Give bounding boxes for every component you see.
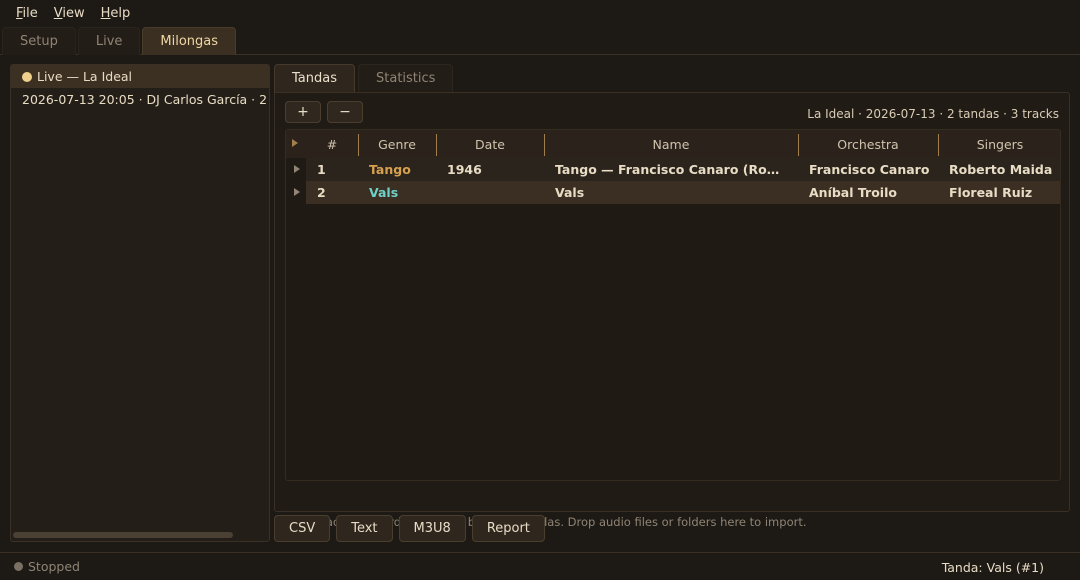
playback-status: Stopped xyxy=(28,559,80,574)
cell-date: 1946 xyxy=(447,162,482,177)
table-header: # Genre Date Name Orchestra Singers xyxy=(286,130,1060,158)
tab-milongas[interactable]: Milongas xyxy=(142,27,237,55)
cell-date xyxy=(447,181,539,204)
export-csv-button[interactable]: CSV xyxy=(274,515,331,542)
table-row[interactable]: 2 Vals Vals Aníbal Troilo Floreal Ruiz xyxy=(286,181,1060,204)
menu-file-label: ile xyxy=(22,6,38,21)
menu-bar: File View Help xyxy=(0,0,1080,27)
milonga-item-label: Live — La Ideal xyxy=(37,69,133,84)
tandas-tab-content: + − La Ideal · 2026-07-13 · 2 tandas · 3… xyxy=(274,92,1070,529)
column-header-number[interactable]: # xyxy=(306,130,358,158)
current-tanda-status: Tanda: Vals (#1) xyxy=(941,560,1044,575)
tab-tandas[interactable]: Tandas xyxy=(274,64,355,92)
cell-name: Tango — Francisco Canaro (Roberto Maida) xyxy=(555,162,785,177)
menu-help[interactable]: Help xyxy=(93,6,139,21)
cell-singers: Floreal Ruiz xyxy=(949,185,1033,200)
expand-all-icon[interactable] xyxy=(292,139,298,147)
menu-file[interactable]: File xyxy=(8,6,46,21)
main-tab-bar: Setup Live Milongas xyxy=(0,27,1080,55)
column-header-name[interactable]: Name xyxy=(544,130,798,158)
menu-view[interactable]: View xyxy=(46,6,93,21)
milonga-list: Live — La Ideal 2026-07-13 20:05 · DJ Ca… xyxy=(10,64,270,542)
cell-genre: Vals xyxy=(369,185,399,200)
add-tanda-button[interactable]: + xyxy=(285,101,321,123)
expand-row-icon[interactable] xyxy=(294,188,300,196)
tab-live[interactable]: Live xyxy=(77,27,141,55)
cell-genre: Tango xyxy=(369,162,411,177)
tab-statistics[interactable]: Statistics xyxy=(358,64,454,92)
milonga-item-label: 2026-07-13 20:05 · DJ Carlos García · 2 … xyxy=(22,92,269,107)
table-row[interactable]: 1 Tango 1946 Tango — Francisco Canaro (R… xyxy=(286,158,1060,181)
column-header-genre[interactable]: Genre xyxy=(358,130,436,158)
export-m3u8-button[interactable]: M3U8 xyxy=(398,515,466,542)
remove-tanda-button[interactable]: − xyxy=(327,101,363,123)
stopped-indicator-icon xyxy=(14,562,23,571)
cell-name: Vals xyxy=(555,185,585,200)
live-indicator-icon xyxy=(22,71,32,82)
status-bar: Stopped Tanda: Vals (#1) xyxy=(0,552,1080,580)
milonga-detail-panel: Tandas Statistics + − La Ideal · 2026-07… xyxy=(274,64,1070,542)
column-header-date[interactable]: Date xyxy=(436,130,544,158)
expand-row-icon[interactable] xyxy=(294,165,300,173)
menu-help-mnemonic: H xyxy=(100,6,111,21)
export-toolbar: CSV Text M3U8 Report xyxy=(274,515,551,542)
sub-tab-bar: Tandas Statistics xyxy=(274,64,456,92)
cell-number: 2 xyxy=(317,185,326,200)
tab-setup[interactable]: Setup xyxy=(2,27,76,55)
milonga-summary: La Ideal · 2026-07-13 · 2 tandas · 3 tra… xyxy=(807,107,1059,121)
cell-orchestra: Aníbal Troilo xyxy=(809,185,897,200)
milonga-item-history[interactable]: 2026-07-13 20:05 · DJ Carlos García · 2 … xyxy=(11,88,269,111)
column-header-orchestra[interactable]: Orchestra xyxy=(798,130,938,158)
cell-singers: Roberto Maida xyxy=(949,162,1053,177)
column-header-singers[interactable]: Singers xyxy=(938,130,1060,158)
report-button[interactable]: Report xyxy=(471,515,545,542)
horizontal-scrollbar[interactable] xyxy=(13,532,233,538)
cell-number: 1 xyxy=(317,162,326,177)
menu-help-label: elp xyxy=(110,6,131,21)
milonga-item-live[interactable]: Live — La Ideal xyxy=(11,65,269,88)
tandas-table[interactable]: # Genre Date Name Orchestra Singers 1 Ta… xyxy=(285,129,1061,481)
cell-orchestra: Francisco Canaro xyxy=(809,162,930,177)
export-text-button[interactable]: Text xyxy=(336,515,393,542)
menu-view-label: iew xyxy=(62,6,85,21)
